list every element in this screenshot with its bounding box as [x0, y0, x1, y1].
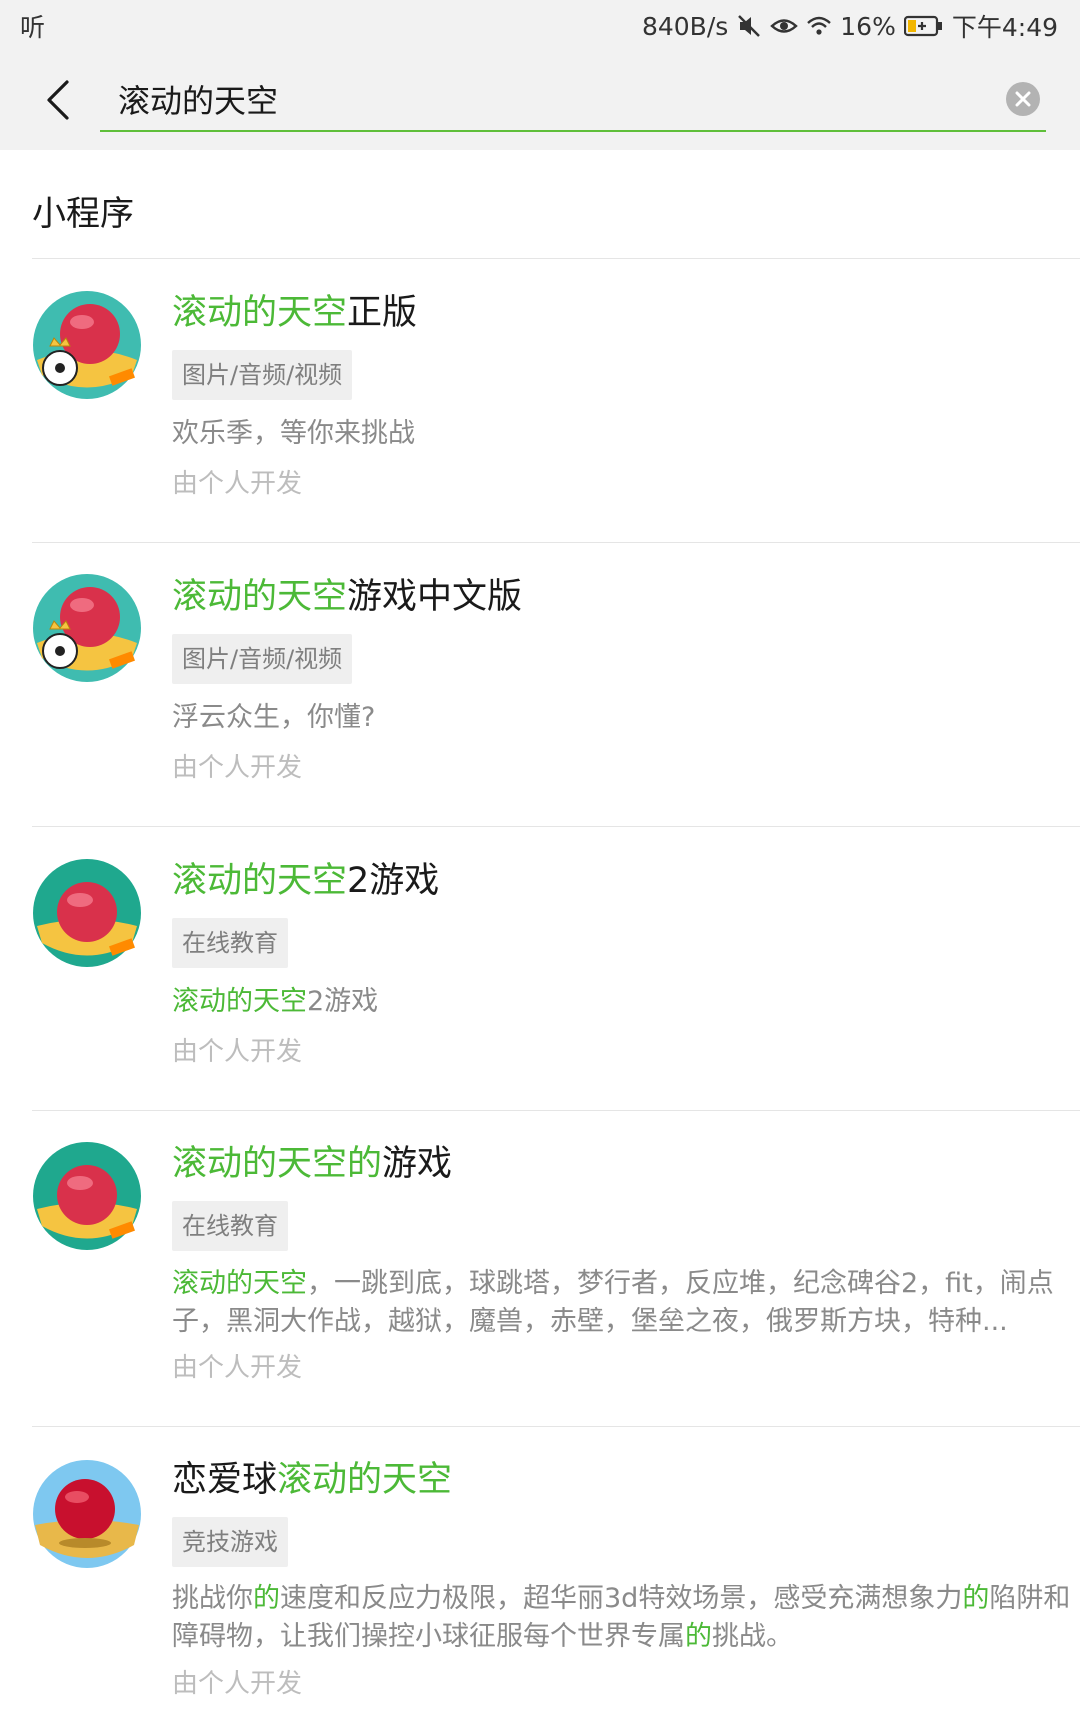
status-bar: 听 840B/s 16% 下午4:49: [0, 0, 1080, 52]
category-tag: 在线教育: [172, 1201, 288, 1251]
developer-label: 由个人开发: [172, 1353, 303, 1383]
back-button[interactable]: [36, 76, 80, 124]
mini-program-icon: [32, 858, 142, 968]
mute-icon: [736, 13, 762, 39]
mini-program-icon: [32, 290, 142, 400]
category-tag: 图片/音频/视频: [172, 350, 353, 400]
section-title: 小程序: [32, 194, 134, 234]
status-bar-left: 听: [20, 8, 45, 44]
search-field: [100, 66, 1046, 132]
developer-label: 由个人开发: [172, 753, 303, 783]
clock: 下午4:49: [951, 13, 1058, 42]
wifi-icon: [806, 15, 832, 37]
battery-percent: 16%: [840, 11, 896, 41]
battery-icon: [903, 15, 944, 37]
result-item[interactable]: 滚动的天空正版 图片/音频/视频 欢乐季，等你来挑战 由个人开发: [32, 259, 1080, 543]
developer-label: 由个人开发: [172, 1037, 303, 1067]
result-description: 浮云众生，你懂?: [172, 702, 376, 733]
result-description: 挑战你的速度和反应力极限，超华丽3d特效场景，感受充满想象力的陷阱和障碍物，让我…: [172, 1583, 1071, 1652]
result-description: 欢乐季，等你来挑战: [172, 418, 415, 449]
result-item[interactable]: 滚动的天空2游戏 在线教育 滚动的天空2游戏 由个人开发: [32, 827, 1080, 1111]
result-description: 滚动的天空2游戏: [172, 986, 379, 1017]
hearing-aid-icon: 听: [20, 13, 46, 42]
result-description: 滚动的天空，一跳到底，球跳塔，梦行者，反应堆，纪念碑谷2，fit，闹点子，黑洞大…: [172, 1268, 1054, 1337]
category-tag: 图片/音频/视频: [172, 634, 353, 684]
mini-program-icon: [32, 1459, 142, 1569]
result-title: 滚动的天空2游戏: [172, 861, 440, 901]
result-item[interactable]: 滚动的天空游戏中文版 图片/音频/视频 浮云众生，你懂? 由个人开发: [32, 543, 1080, 827]
result-title: 滚动的天空的游戏: [172, 1144, 453, 1184]
net-speed: 840B/s: [641, 11, 729, 41]
mini-program-icon: [32, 1141, 142, 1251]
result-title: 恋爱球滚动的天空: [172, 1460, 453, 1500]
chevron-left-icon: [47, 80, 69, 120]
result-title: 滚动的天空游戏中文版: [172, 577, 523, 617]
developer-label: 由个人开发: [172, 469, 303, 499]
eye-icon: [770, 15, 799, 37]
category-tag: 在线教育: [172, 918, 288, 968]
close-icon: [1015, 91, 1031, 107]
category-tag: 竞技游戏: [172, 1517, 288, 1567]
mini-program-icon: [32, 573, 142, 683]
clear-button[interactable]: [1006, 82, 1040, 116]
result-item[interactable]: 恋爱球滚动的天空 竞技游戏 挑战你的速度和反应力极限，超华丽3d特效场景，感受充…: [32, 1427, 1080, 1728]
search-bar: [0, 52, 1080, 150]
result-title: 滚动的天空正版: [172, 293, 418, 333]
search-input[interactable]: [118, 74, 978, 124]
developer-label: 由个人开发: [172, 1669, 303, 1699]
status-bar-right: 840B/s 16% 下午4:49: [642, 8, 1058, 44]
result-item[interactable]: 滚动的天空的游戏 在线教育 滚动的天空，一跳到底，球跳塔，梦行者，反应堆，纪念碑…: [32, 1111, 1080, 1427]
